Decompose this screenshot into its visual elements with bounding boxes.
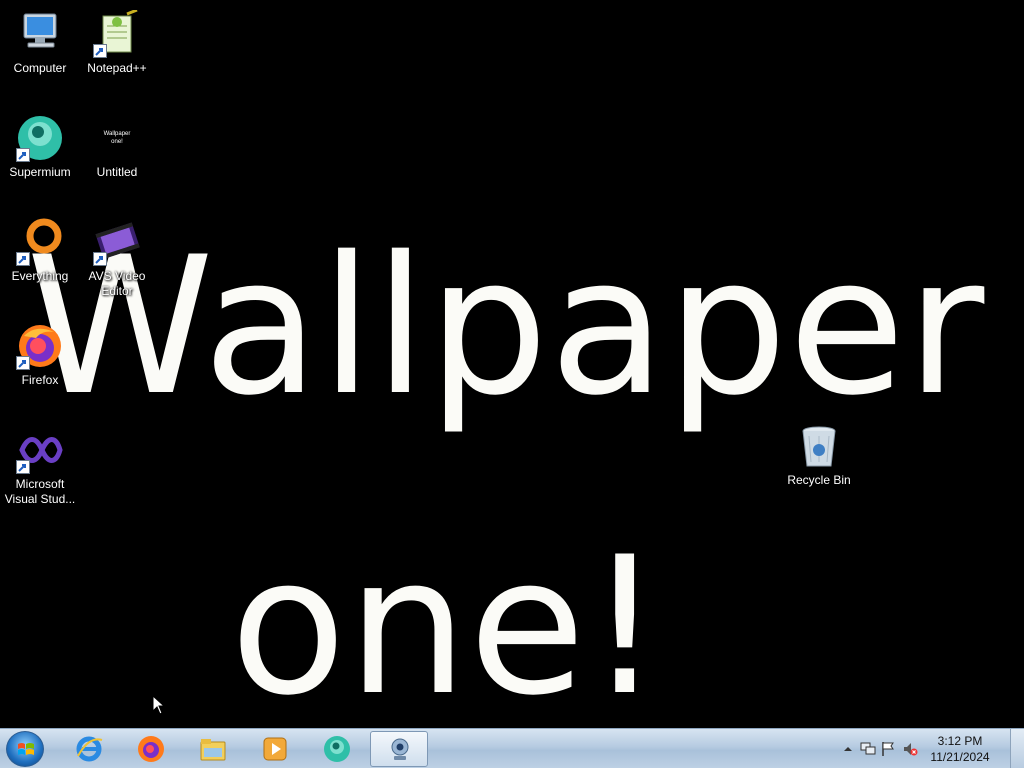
- supermium-icon: [16, 114, 64, 162]
- taskbar-button-webcam-app[interactable]: [370, 731, 428, 767]
- shortcut-arrow-icon: [93, 44, 107, 58]
- desktop-icon-label: Notepad++: [87, 61, 147, 75]
- show-desktop-button[interactable]: [1010, 729, 1024, 768]
- desktop-icon-label: Supermium: [9, 165, 71, 179]
- desktop-icon-avs-video-editor[interactable]: AVS Video Editor: [77, 212, 157, 299]
- shortcut-arrow-icon: [16, 460, 30, 474]
- recycle-bin-icon: [795, 422, 843, 470]
- desktop-icon-notepadpp[interactable]: Notepad++: [77, 4, 157, 76]
- taskbar-button-file-explorer[interactable]: [184, 731, 242, 767]
- wallpaper-text-line1: Wallpaper: [26, 216, 986, 437]
- desktop-icon-label: Firefox: [21, 373, 59, 387]
- internet-explorer-icon: [76, 736, 103, 762]
- desktop-icon-untitled[interactable]: Wallpaper one! Untitled: [77, 108, 157, 180]
- firefox-icon: [16, 322, 64, 370]
- desktop-icon-label: Recycle Bin: [787, 473, 851, 487]
- system-tray: 3:12 PM 11/21/2024: [834, 729, 1024, 768]
- everything-search-icon: [16, 218, 64, 266]
- show-hidden-icons-arrow[interactable]: [840, 741, 856, 757]
- desktop-icon-label: Computer: [13, 61, 67, 75]
- windows-start-icon[interactable]: [6, 731, 44, 767]
- clock-time: 3:12 PM: [937, 734, 983, 748]
- desktop-icon-everything[interactable]: Everything: [0, 212, 80, 284]
- wallpaper-thumbnail-icon: Wallpaper one!: [93, 114, 141, 162]
- taskbar-button-media-player[interactable]: [246, 731, 304, 767]
- mouse-pointer-icon: [152, 694, 166, 715]
- computer-icon: [16, 10, 64, 58]
- file-explorer-icon: [200, 739, 226, 761]
- thumbnail-text: Wallpaper one!: [103, 131, 131, 145]
- network-icon[interactable]: [860, 741, 876, 757]
- desktop-icon-label: Microsoft Visual Stud...: [4, 477, 76, 506]
- desktop-icon-recycle-bin[interactable]: Recycle Bin: [779, 416, 859, 488]
- video-editor-icon: [93, 218, 141, 266]
- supermium-icon: [324, 736, 350, 762]
- taskbar-button-firefox[interactable]: [122, 731, 180, 767]
- taskbar: 3:12 PM 11/21/2024: [0, 728, 1024, 768]
- taskbar-button-supermium[interactable]: [308, 731, 366, 767]
- clock-date: 11/21/2024: [930, 750, 990, 764]
- webcam-app-icon: [391, 738, 409, 760]
- media-player-icon: [263, 737, 287, 761]
- volume-muted-icon[interactable]: [902, 741, 918, 757]
- wallpaper-text-line2: one!: [230, 516, 664, 737]
- desktop-icon-label: Everything: [11, 269, 69, 283]
- desktop-icon-label: Untitled: [96, 165, 138, 179]
- shortcut-arrow-icon: [93, 252, 107, 266]
- shortcut-arrow-icon: [16, 148, 30, 162]
- desktop-icon-visual-studio[interactable]: Microsoft Visual Stud...: [0, 420, 80, 507]
- taskbar-button-internet-explorer[interactable]: [60, 731, 118, 767]
- desktop-icon-firefox[interactable]: Firefox: [0, 316, 80, 388]
- action-center-flag-icon[interactable]: [880, 741, 896, 757]
- desktop-icon-computer[interactable]: Computer: [0, 4, 80, 76]
- shortcut-arrow-icon: [16, 356, 30, 370]
- firefox-icon: [138, 736, 164, 762]
- shortcut-arrow-icon: [16, 252, 30, 266]
- notepadpp-icon: [93, 8, 141, 58]
- desktop-icon-supermium[interactable]: Supermium: [0, 108, 80, 180]
- desktop-icon-label: AVS Video Editor: [88, 269, 146, 298]
- visual-studio-icon: [16, 426, 64, 474]
- taskbar-clock[interactable]: 3:12 PM 11/21/2024: [924, 733, 996, 765]
